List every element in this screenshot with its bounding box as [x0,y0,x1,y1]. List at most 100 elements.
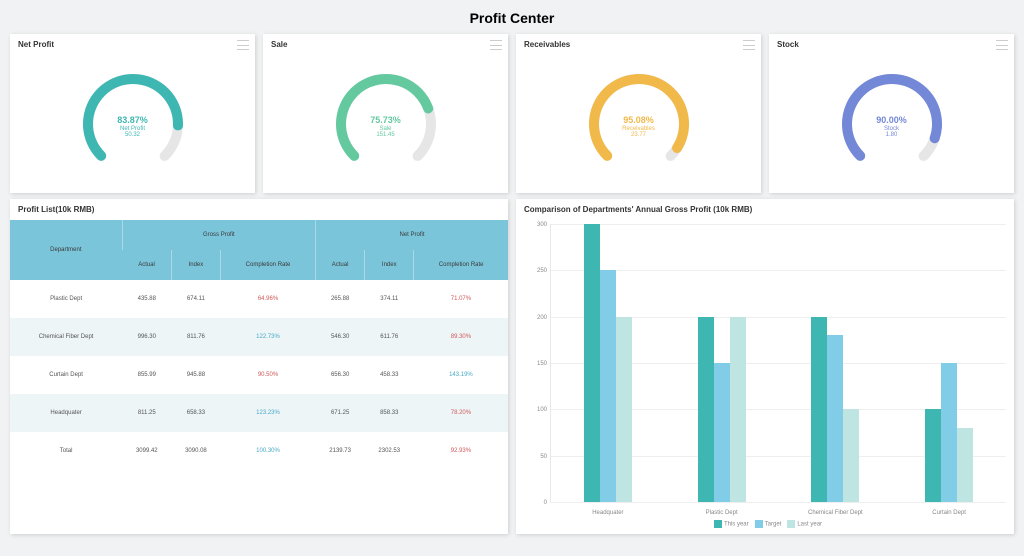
table-row: Chemical Fiber Dept996.30811.76122.73%54… [10,318,508,356]
x-label: Headquater [551,510,665,516]
y-tick: 50 [527,454,547,460]
col-index: Index [171,250,220,280]
bar [698,317,714,502]
y-tick: 300 [527,222,547,228]
cell: 265.88 [316,280,365,318]
cell: 996.30 [122,318,171,356]
gauge-percent: 90.00% [835,115,949,125]
col-index: Index [365,250,414,280]
cell-rate: 78.20% [414,394,508,432]
plot-area: 050100150200250300HeadquaterPlastic Dept… [550,224,1006,502]
cell-rate: 90.50% [221,356,316,394]
table-row: Plastic Dept435.88674.1164.96%265.88374.… [10,280,508,318]
cell: 811.76 [171,318,220,356]
col-rate: Completion Rate [414,250,508,280]
cell: 658.33 [171,394,220,432]
col-net: Net Profit [316,220,508,250]
col-dept: Department [10,220,122,280]
gauge: 83.87%Net Profit50.32 [76,67,190,181]
profit-list-panel: Profit List(10k RMB) Department Gross Pr… [10,199,508,534]
chart-legend: This year Target Last year [516,520,1014,528]
bar [957,428,973,502]
bar-group: Curtain Dept [892,224,1006,502]
cell-rate: 89.30% [414,318,508,356]
legend-label: Target [765,522,782,528]
bar-group: Chemical Fiber Dept [779,224,893,502]
cell: 2302.53 [365,432,414,470]
col-gross: Gross Profit [122,220,315,250]
bar [714,363,730,502]
legend-label: This year [724,522,749,528]
bar-group: Headquater [551,224,665,502]
cell: 811.25 [122,394,171,432]
hamburger-icon[interactable] [743,40,755,50]
y-tick: 100 [527,407,547,413]
cell-dept: Total [10,432,122,470]
bar [600,270,616,502]
y-tick: 0 [527,500,547,506]
bar [730,317,746,502]
gauge-value: 151.45 [329,132,443,138]
x-label: Chemical Fiber Dept [779,510,893,516]
hamburger-icon[interactable] [237,40,249,50]
gauge-value: 50.32 [76,132,190,138]
bar [843,409,859,502]
x-label: Plastic Dept [665,510,779,516]
hamburger-icon[interactable] [490,40,502,50]
cell: 3090.08 [171,432,220,470]
table-row: Curtain Dept855.99945.8890.50%656.30458.… [10,356,508,394]
col-actual: Actual [316,250,365,280]
cell: 674.11 [171,280,220,318]
cell-dept: Chemical Fiber Dept [10,318,122,356]
gauge-percent: 75.73% [329,115,443,125]
gauge-value: 23.77 [582,132,696,138]
gauge: 90.00%Stock1.80 [835,67,949,181]
gauge-card: Stock90.00%Stock1.80 [769,34,1014,193]
y-tick: 250 [527,268,547,274]
bar [584,224,600,502]
gauge-card: Sale75.73%Sale151.45 [263,34,508,193]
cell: 858.33 [365,394,414,432]
cell: 855.99 [122,356,171,394]
bar [616,317,632,502]
cell-rate: 122.73% [221,318,316,356]
y-tick: 150 [527,361,547,367]
cell: 2139.73 [316,432,365,470]
gauge-percent: 95.08% [582,115,696,125]
gauge-row: Net Profit83.87%Net Profit50.32Sale75.73… [10,34,1014,193]
legend-swatch [787,520,795,528]
cell: 3099.42 [122,432,171,470]
cell-rate: 143.19% [414,356,508,394]
cell: 945.88 [171,356,220,394]
cell: 458.33 [365,356,414,394]
table-row: Total3099.423090.08100.30%2139.732302.53… [10,432,508,470]
bar-group: Plastic Dept [665,224,779,502]
bar [941,363,957,502]
col-rate: Completion Rate [221,250,316,280]
cell-rate: 64.96% [221,280,316,318]
page-title: Profit Center [10,4,1014,34]
col-actual: Actual [122,250,171,280]
cell: 611.76 [365,318,414,356]
x-label: Curtain Dept [892,510,1006,516]
bar-chart: 050100150200250300HeadquaterPlastic Dept… [516,220,1014,530]
gauge-card: Receivables95.08%Receivables23.77 [516,34,761,193]
table-row: Headquater811.25658.33123.23%671.25858.3… [10,394,508,432]
cell: 546.30 [316,318,365,356]
gauge: 75.73%Sale151.45 [329,67,443,181]
cell-dept: Curtain Dept [10,356,122,394]
cell-rate: 71.07% [414,280,508,318]
gauge-percent: 83.87% [76,115,190,125]
bar [811,317,827,502]
legend-label: Last year [797,522,822,528]
cell: 671.25 [316,394,365,432]
hamburger-icon[interactable] [996,40,1008,50]
bar [925,409,941,502]
gauge-value: 1.80 [835,132,949,138]
legend-swatch [755,520,763,528]
gauge-card: Net Profit83.87%Net Profit50.32 [10,34,255,193]
bar-chart-title: Comparison of Departments' Annual Gross … [516,199,1014,220]
profit-tbody: Plastic Dept435.88674.1164.96%265.88374.… [10,280,508,470]
profit-table: Department Gross Profit Net Profit Actua… [10,220,508,470]
bar-chart-panel: Comparison of Departments' Annual Gross … [516,199,1014,534]
